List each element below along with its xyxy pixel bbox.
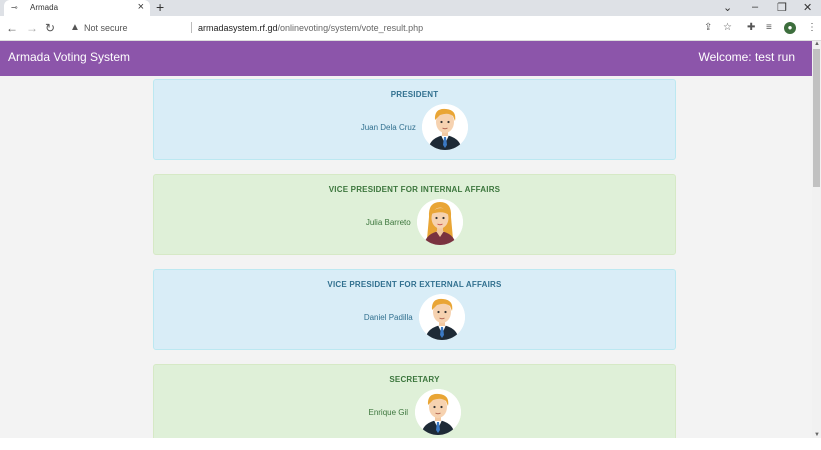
welcome-text: Welcome: test run bbox=[698, 50, 795, 64]
position-title: VICE PRESIDENT FOR EXTERNAL AFFAIRS bbox=[327, 280, 502, 289]
candidate-row: Enrique Gil bbox=[154, 389, 675, 435]
candidate-name: Juan Dela Cruz bbox=[360, 122, 416, 132]
tab-title: Armada bbox=[30, 3, 59, 12]
tab-search-icon[interactable]: ⌄ bbox=[723, 1, 732, 14]
result-panel: PRESIDENT Juan Dela Cruz bbox=[153, 79, 676, 160]
browser-tab[interactable]: ⊸ Armada × bbox=[4, 0, 150, 16]
result-panel: VICE PRESIDENT FOR INTERNAL AFFAIRS Juli… bbox=[153, 174, 676, 255]
close-tab-icon[interactable]: × bbox=[138, 1, 144, 13]
new-tab-icon[interactable]: + bbox=[156, 0, 164, 15]
candidate-row: Julia Barreto bbox=[154, 199, 675, 245]
page-scrollbar[interactable]: ▲ ▼ bbox=[812, 41, 821, 438]
security-label[interactable]: Not secure bbox=[84, 23, 128, 33]
scroll-up-icon[interactable]: ▲ bbox=[814, 41, 820, 47]
share-icon[interactable]: ⇪ bbox=[704, 22, 712, 33]
brand-title[interactable]: Armada Voting System bbox=[8, 50, 130, 64]
minimize-icon[interactable]: – bbox=[752, 1, 758, 13]
candidate-row: Daniel Padilla bbox=[154, 294, 675, 340]
extensions-icon[interactable]: ✚ bbox=[747, 22, 755, 33]
male-avatar-icon bbox=[414, 389, 461, 435]
page-viewport: Armada Voting System Welcome: test run P… bbox=[0, 41, 812, 438]
male-avatar-icon bbox=[419, 294, 466, 340]
position-title: PRESIDENT bbox=[390, 90, 439, 99]
reload-icon[interactable]: ↻ bbox=[45, 21, 55, 35]
bookmark-star-icon[interactable]: ☆ bbox=[723, 22, 732, 33]
browser-toolbar: ← → ↻ ▲ Not secure armadasystem.rf.gd/on… bbox=[0, 16, 821, 41]
reading-list-icon[interactable]: ≡ bbox=[766, 22, 772, 33]
menu-icon[interactable]: ⋮ bbox=[807, 22, 817, 33]
position-title: VICE PRESIDENT FOR INTERNAL AFFAIRS bbox=[328, 185, 501, 194]
candidate-name: Enrique Gil bbox=[368, 407, 409, 417]
profile-avatar-icon[interactable]: ● bbox=[784, 22, 796, 34]
browser-tab-bar: ⊸ Armada × + ⌄ – ❐ ✕ bbox=[0, 0, 821, 16]
url-domain: armadasystem.rf.gd bbox=[198, 23, 278, 33]
address-bar[interactable]: ▲ Not secure armadasystem.rf.gd/onlinevo… bbox=[62, 19, 702, 37]
close-window-icon[interactable]: ✕ bbox=[803, 1, 812, 14]
restore-icon[interactable]: ❐ bbox=[777, 1, 787, 14]
female-avatar-icon bbox=[417, 199, 464, 245]
warning-icon[interactable]: ▲ bbox=[70, 22, 80, 33]
forward-icon[interactable]: → bbox=[26, 21, 38, 35]
candidate-name: Daniel Padilla bbox=[363, 312, 413, 322]
window-bottom-edge bbox=[0, 438, 821, 450]
url-path: /onlinevoting/system/vote_result.php bbox=[277, 23, 424, 33]
position-title: SECRETARY bbox=[389, 375, 440, 384]
result-panel: VICE PRESIDENT FOR EXTERNAL AFFAIRS Dani… bbox=[153, 269, 676, 350]
candidate-name: Julia Barreto bbox=[365, 217, 411, 227]
site-navbar: Armada Voting System Welcome: test run bbox=[0, 41, 812, 76]
result-panel: SECRETARY Enrique Gil bbox=[153, 364, 676, 438]
back-icon[interactable]: ← bbox=[6, 21, 18, 35]
url-text[interactable]: armadasystem.rf.gd/onlinevoting/system/v… bbox=[198, 23, 423, 33]
scrollbar-thumb[interactable] bbox=[813, 49, 820, 187]
divider bbox=[191, 22, 192, 33]
male-avatar-icon bbox=[422, 104, 469, 150]
candidate-row: Juan Dela Cruz bbox=[154, 104, 675, 150]
favicon-icon: ⊸ bbox=[11, 3, 18, 12]
